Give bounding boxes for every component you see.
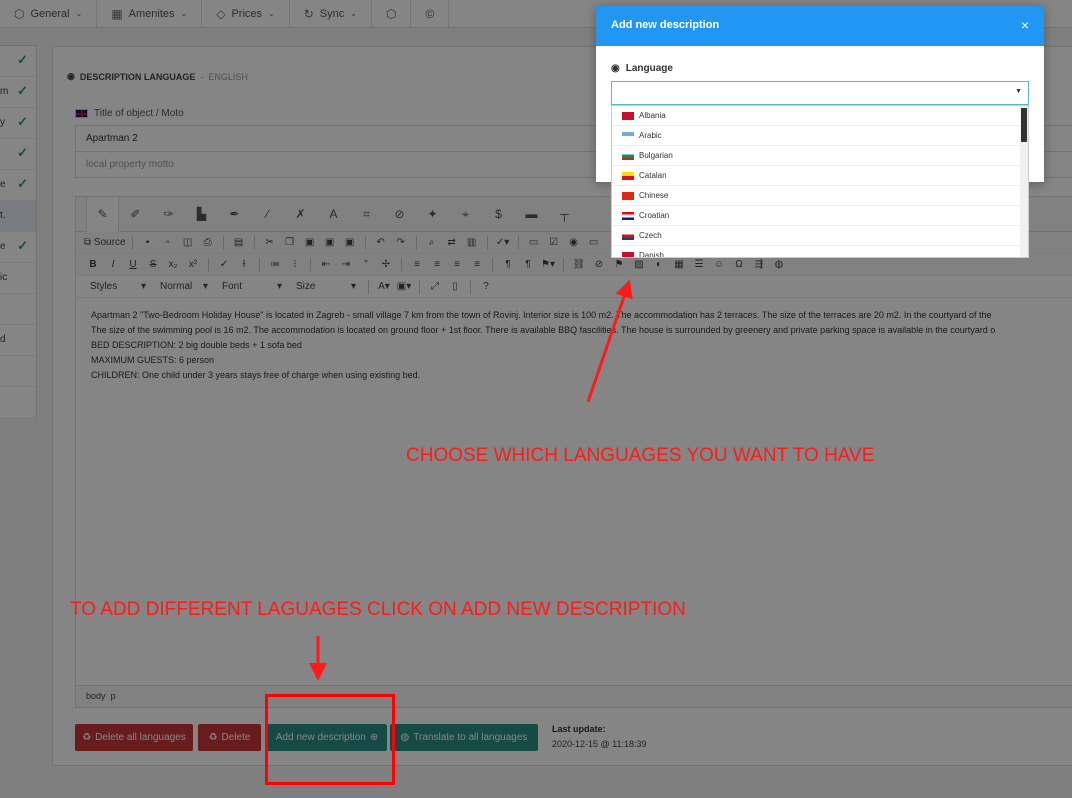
annotation-arrows [309,279,633,681]
highlight-box [265,694,395,785]
arrow-to-dropdown [586,279,633,403]
